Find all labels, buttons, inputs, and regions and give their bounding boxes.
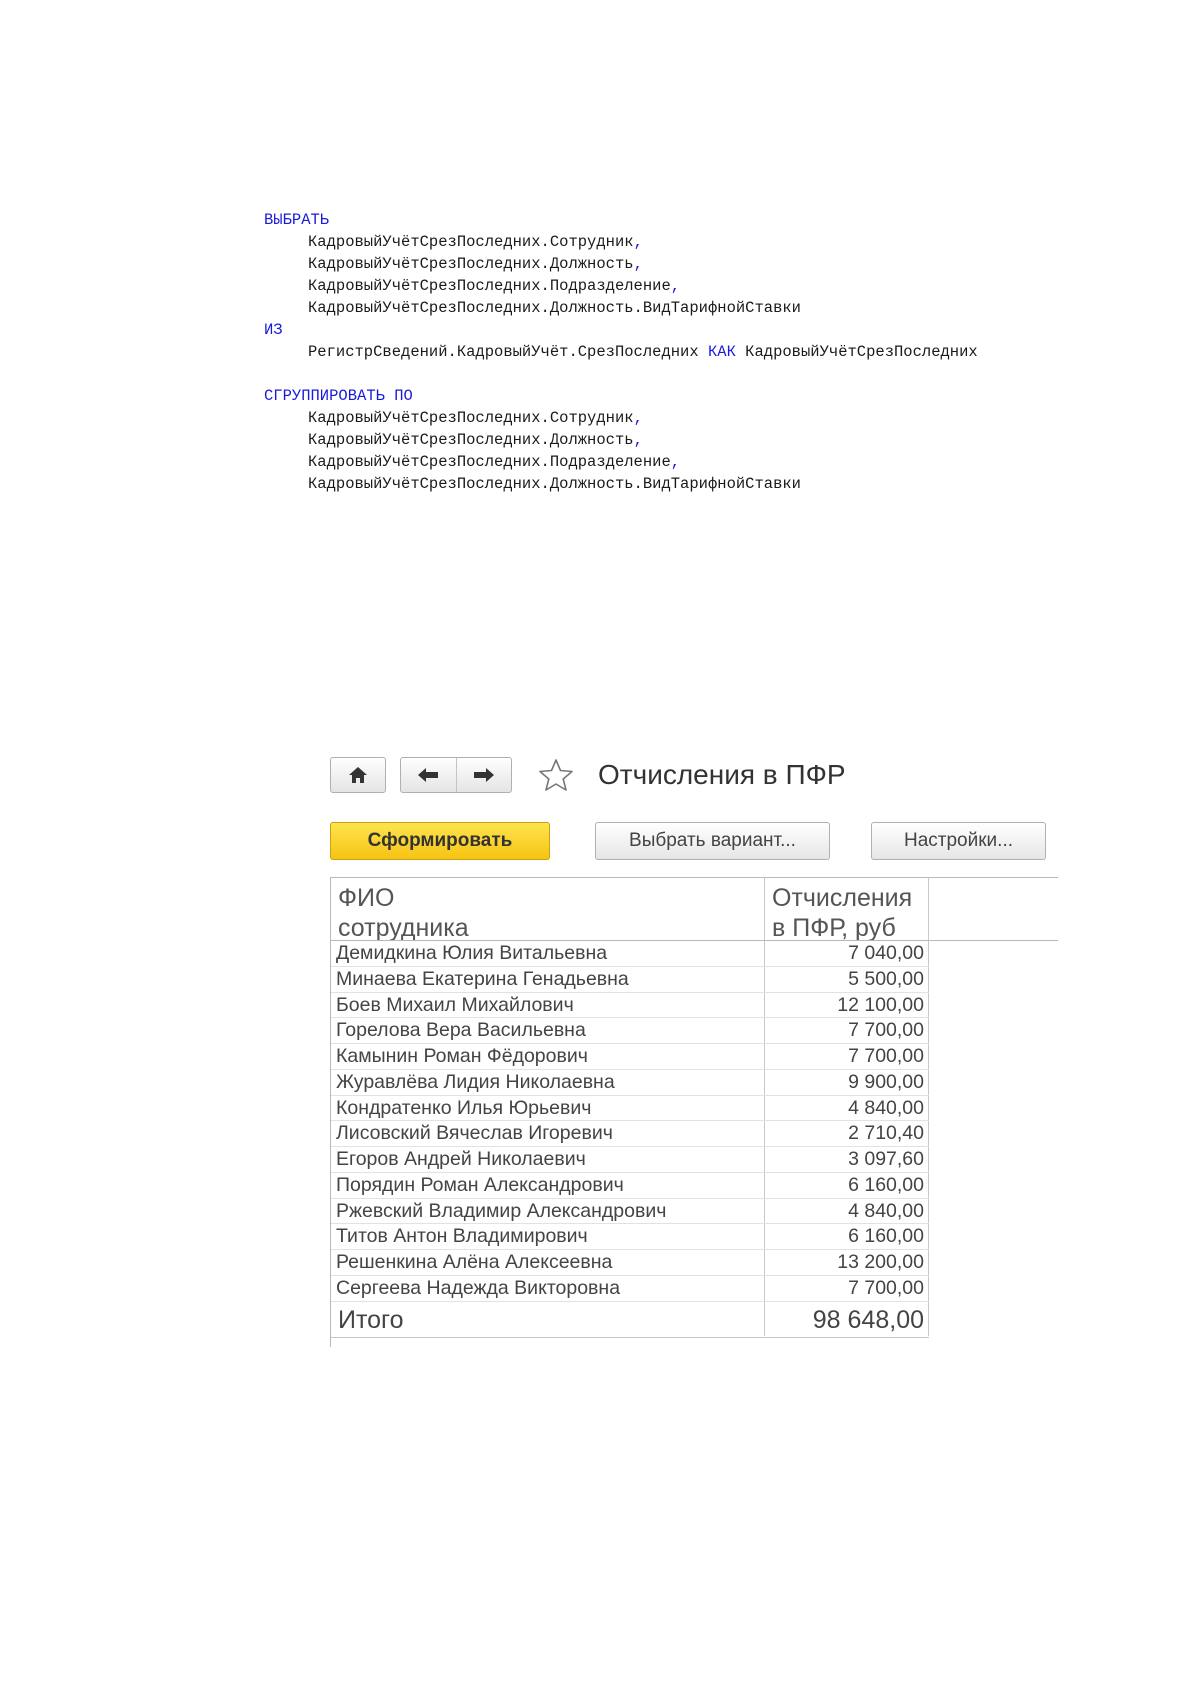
table-row[interactable]: Камынин Роман Фёдорович 7 700,00 xyxy=(331,1044,929,1070)
employee-name-cell: Егоров Андрей Николаевич xyxy=(336,1148,586,1170)
query-keyword: ИЗ xyxy=(264,321,283,339)
employee-name-cell: Камынин Роман Фёдорович xyxy=(336,1045,588,1067)
query-line: КадровыйУчётСрезПоследних.Сотрудник, xyxy=(264,407,978,429)
employee-name-cell: Титов Антон Владимирович xyxy=(336,1225,588,1248)
star-icon xyxy=(539,759,573,791)
query-line: КадровыйУчётСрезПоследних.Должность.ВидТ… xyxy=(264,473,978,495)
amount-cell: 7 700,00 xyxy=(848,1019,924,1042)
table-top-border xyxy=(330,877,1058,878)
query-keyword: ВЫБРАТЬ xyxy=(264,211,330,229)
table-row[interactable]: Егоров Андрей Николаевич 3 097,60 xyxy=(331,1147,929,1173)
amount-cell: 13 200,00 xyxy=(837,1251,924,1273)
query-keyword-line: ВЫБРАТЬ xyxy=(264,209,978,231)
query-line: КадровыйУчётСрезПоследних.Должность, xyxy=(264,429,978,451)
total-amount: 98 648,00 xyxy=(812,1305,924,1334)
employee-name-cell: Порядин Роман Александрович xyxy=(336,1173,624,1196)
amount-cell: 4 840,00 xyxy=(848,1199,924,1222)
table-row[interactable]: Боев Михаил Михайлович 12 100,00 xyxy=(331,993,929,1019)
table-row[interactable]: Решенкина Алёна Алексеевна 13 200,00 xyxy=(331,1250,929,1276)
employee-name-cell: Боев Михаил Михайлович xyxy=(336,993,574,1016)
column-header-amount: Отчисления в ПФР, руб xyxy=(772,883,922,943)
amount-cell: 6 160,00 xyxy=(848,1225,924,1248)
amount-cell: 4 840,00 xyxy=(848,1096,924,1119)
generate-button[interactable]: Сформировать xyxy=(330,822,550,860)
query-line: КадровыйУчётСрезПоследних.Подразделение, xyxy=(264,275,978,297)
query-text: КадровыйУчётСрезПоследних.Подразделение xyxy=(308,453,671,471)
choose-variant-button[interactable]: Выбрать вариант... xyxy=(595,822,830,860)
amount-cell: 7 700,00 xyxy=(848,1276,924,1299)
query-punctuation: , xyxy=(633,409,643,427)
amount-cell: 7 040,00 xyxy=(848,942,924,964)
table-row[interactable]: Демидкина Юлия Витальевна 7 040,00 xyxy=(331,941,929,967)
query-text: КадровыйУчётСрезПоследних.Должность xyxy=(308,431,634,449)
employee-name-cell: Ржевский Владимир Александрович xyxy=(336,1199,667,1222)
query-code-block: ВЫБРАТЬ КадровыйУчётСрезПоследних.Сотрудн… xyxy=(264,209,978,495)
amount-cell: 9 900,00 xyxy=(848,1070,924,1093)
arrow-right-icon xyxy=(473,768,494,782)
query-text: КадровыйУчётСрезПоследних.Должность.ВидТ… xyxy=(308,299,801,317)
settings-button[interactable]: Настройки... xyxy=(871,822,1046,860)
arrow-left-icon xyxy=(418,768,439,782)
query-punctuation: , xyxy=(670,277,681,295)
query-line: КадровыйУчётСрезПоследних.Сотрудник, xyxy=(264,231,978,253)
query-line xyxy=(264,363,978,385)
query-line: КадровыйУчётСрезПоследних.Должность.ВидТ… xyxy=(264,297,978,319)
history-navigation xyxy=(400,757,512,793)
table-row[interactable]: Сергеева Надежда Викторовна 7 700,00 xyxy=(331,1276,929,1302)
query-punctuation: , xyxy=(633,431,643,449)
table-row[interactable]: Порядин Роман Александрович 6 160,00 xyxy=(331,1173,929,1199)
favorite-star-button[interactable] xyxy=(538,758,574,797)
employee-name-cell: Горелова Вера Васильевна xyxy=(336,1019,586,1042)
query-punctuation: , xyxy=(633,233,643,251)
table-row[interactable]: Лисовский Вячеслав Игоревич 2 710,40 xyxy=(331,1121,929,1147)
table-row[interactable]: Минаева Екатерина Генадьевна 5 500,00 xyxy=(331,967,929,993)
query-punctuation: , xyxy=(633,255,643,273)
employee-name-cell: Сергеева Надежда Викторовна xyxy=(336,1276,621,1299)
table-row[interactable]: Горелова Вера Васильевна 7 700,00 xyxy=(331,1018,929,1044)
column-header-amount-line1: Отчисления xyxy=(772,884,913,912)
employee-name-cell: Демидкина Юлия Витальевна xyxy=(336,942,608,964)
query-keyword: СГРУППИРОВАТЬ ПО xyxy=(264,387,413,405)
column-header-name: ФИО сотрудника xyxy=(338,884,469,942)
amount-cell: 2 710,40 xyxy=(848,1122,924,1145)
query-punctuation: , xyxy=(670,453,681,471)
employee-name-cell: Решенкина Алёна Алексеевна xyxy=(336,1251,613,1273)
query-line: РегистрСведений.КадровыйУчёт.СрезПоследн… xyxy=(264,341,978,363)
employee-name-cell: Лисовский Вячеслав Игоревич xyxy=(336,1122,613,1145)
query-text: КадровыйУчётСрезПоследних.Должность.ВидТ… xyxy=(308,475,801,493)
page-title: Отчисления в ПФР xyxy=(598,759,846,790)
table-body: Демидкина Юлия Витальевна 7 040,00 Минаева… xyxy=(331,941,929,1338)
amount-cell: 3 097,60 xyxy=(848,1148,924,1170)
amount-cell: 5 500,00 xyxy=(848,967,924,990)
table-row[interactable]: Кондратенко Илья Юрьевич 4 840,00 xyxy=(331,1096,929,1122)
employee-name-cell: Журавлёва Лидия Николаевна xyxy=(336,1070,615,1093)
query-text: КадровыйУчётСрезПоследних.Должность xyxy=(308,255,634,273)
query-text: КадровыйУчётСрезПоследних.Сотрудник xyxy=(308,233,634,251)
total-label: Итого xyxy=(338,1305,404,1334)
query-text: КадровыйУчётСрезПоследних xyxy=(735,343,978,361)
amount-cell: 7 700,00 xyxy=(848,1045,924,1067)
query-line: КадровыйУчётСрезПоследних.Должность, xyxy=(264,253,978,275)
home-button[interactable] xyxy=(330,757,386,793)
amount-cell: 12 100,00 xyxy=(837,993,924,1016)
table-row[interactable]: Ржевский Владимир Александрович 4 840,00 xyxy=(331,1199,929,1225)
query-keyword-line: СГРУППИРОВАТЬ ПО xyxy=(264,385,978,407)
query-text: КадровыйУчётСрезПоследних.Сотрудник xyxy=(308,409,634,427)
employee-name-cell: Кондратенко Илья Юрьевич xyxy=(336,1096,592,1119)
query-text: РегистрСведений.КадровыйУчёт.СрезПоследн… xyxy=(308,343,708,361)
column-header-amount-line2: в ПФР, руб xyxy=(772,914,896,942)
table-row[interactable]: Журавлёва Лидия Николаевна 9 900,00 xyxy=(331,1070,929,1096)
forward-button[interactable] xyxy=(455,758,512,792)
home-icon xyxy=(349,767,367,783)
table-row[interactable]: Титов Антон Владимирович 6 160,00 xyxy=(331,1224,929,1250)
total-row: Итого 98 648,00 xyxy=(331,1302,929,1338)
query-keyword-line: ИЗ xyxy=(264,319,978,341)
amount-cell: 6 160,00 xyxy=(848,1173,924,1196)
query-keyword: КАК xyxy=(707,343,736,361)
query-line: КадровыйУчётСрезПоследних.Подразделение, xyxy=(264,451,978,473)
back-button[interactable] xyxy=(401,758,456,792)
query-text: КадровыйУчётСрезПоследних.Подразделение xyxy=(308,277,671,295)
employee-name-cell: Минаева Екатерина Генадьевна xyxy=(336,967,629,990)
